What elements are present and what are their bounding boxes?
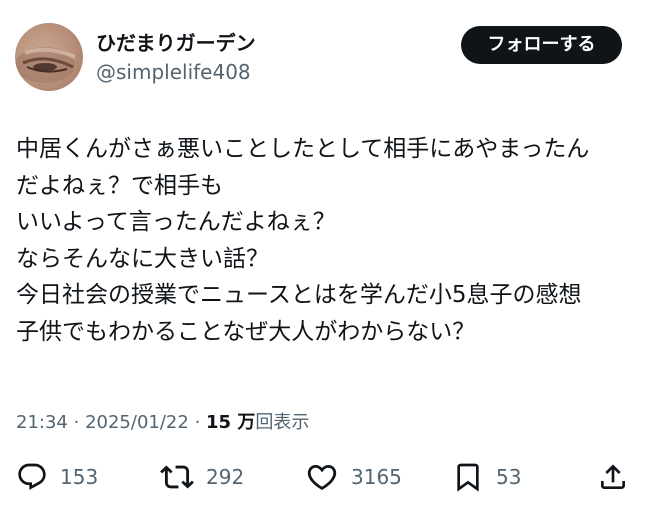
share-icon xyxy=(601,464,625,489)
tweet-line: 中居くんがさぁ悪いことしたとして相手にあやまったん xyxy=(16,136,590,162)
tweet-line: 子供でもわかることなぜ大人がわからない？ xyxy=(16,318,476,345)
meta-separator: · xyxy=(73,412,80,433)
tweet-time[interactable]: 21:34 xyxy=(16,412,68,433)
heart-icon xyxy=(307,464,337,490)
tweet-line: だよねぇ？で相手も xyxy=(16,172,223,199)
repost-count: 292 xyxy=(206,465,245,489)
action-bar: 153 292 3165 53 xyxy=(0,455,650,499)
tweet-date[interactable]: 2025/01/22 xyxy=(85,412,189,433)
reply-icon xyxy=(18,463,46,490)
bookmark-button[interactable]: 53 xyxy=(452,455,521,499)
like-count: 3165 xyxy=(351,465,402,489)
bookmark-icon xyxy=(457,463,479,492)
bookmark-count: 53 xyxy=(496,465,522,489)
share-button[interactable] xyxy=(597,455,629,499)
reply-button[interactable]: 153 xyxy=(16,455,98,499)
tweet-text: 中居くんがさぁ悪いことしたとして相手にあやまったん だよねぇ？で相手も いいよっ… xyxy=(16,131,641,350)
user-handle[interactable]: @simplelife408 xyxy=(96,59,251,85)
tweet-line: ならそんなに大きい話？ xyxy=(16,245,269,272)
tweet-line: 今日社会の授業でニュースとはを学んだ小5息子の感想 xyxy=(16,282,582,308)
follow-button[interactable]: フォローする xyxy=(461,26,622,64)
views-count[interactable]: 15 万 xyxy=(206,412,255,433)
avatar[interactable] xyxy=(15,23,83,91)
repost-icon xyxy=(160,465,194,489)
like-button[interactable]: 3165 xyxy=(305,455,402,499)
tweet-meta: 21:34 · 2025/01/22 · 15 万回表示 xyxy=(16,410,309,436)
views-label: 回表示 xyxy=(255,412,310,433)
avatar-image xyxy=(15,47,76,83)
repost-button[interactable]: 292 xyxy=(160,455,244,499)
meta-separator: · xyxy=(194,412,201,433)
tweet-line: いいよって言ったんだよねぇ？ xyxy=(16,209,336,235)
reply-count: 153 xyxy=(60,465,99,489)
display-name[interactable]: ひだまりガーデン xyxy=(96,30,256,56)
